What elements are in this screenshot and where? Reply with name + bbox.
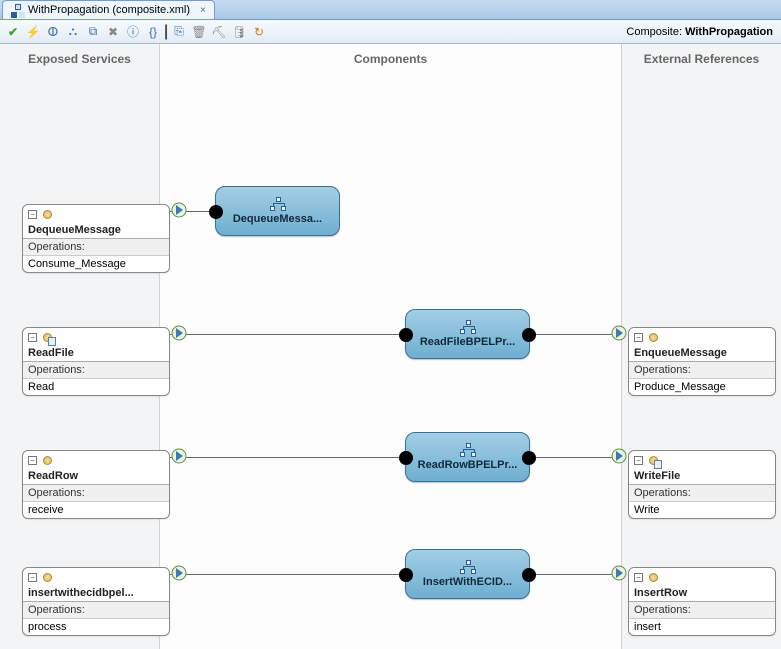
output-port[interactable] bbox=[521, 564, 537, 586]
collapse-icon[interactable]: − bbox=[634, 456, 643, 465]
deploy-button[interactable]: ⚡ bbox=[24, 23, 42, 41]
operation-item[interactable]: Produce_Message bbox=[629, 378, 775, 395]
editor-toolbar: ✔ ⚡ ⵀ ⛬ ⧉ ✖ ⓘ {} | ⎘ 🗑 ⛏ 🛢 ↻ Composite: … bbox=[0, 20, 781, 44]
output-port[interactable] bbox=[171, 562, 187, 584]
service-title: WriteFile bbox=[629, 470, 775, 484]
output-port[interactable] bbox=[171, 199, 187, 221]
exposed-header: Exposed Services bbox=[0, 44, 160, 74]
operation-item[interactable]: Read bbox=[23, 378, 169, 395]
refresh-button[interactable]: ↻ bbox=[250, 23, 268, 41]
wire[interactable] bbox=[160, 574, 405, 575]
exposed-service-readrow[interactable]: − ReadRow Operations: receive bbox=[22, 450, 170, 519]
wire[interactable] bbox=[530, 457, 618, 458]
service-title: insertwithecidbpel... bbox=[23, 587, 169, 601]
bpel-icon bbox=[460, 320, 476, 334]
output-port[interactable] bbox=[171, 445, 187, 467]
delete-button[interactable]: ✖ bbox=[104, 23, 122, 41]
bpel-icon bbox=[460, 560, 476, 574]
operations-label: Operations: bbox=[23, 601, 169, 618]
gear-icon bbox=[647, 454, 660, 467]
wire[interactable] bbox=[530, 574, 618, 575]
editor-tab[interactable]: WithPropagation (composite.xml) × bbox=[2, 0, 215, 19]
operations-label: Operations: bbox=[629, 361, 775, 378]
input-port[interactable] bbox=[208, 201, 224, 223]
gear-icon bbox=[41, 208, 54, 221]
test-button[interactable]: ⵀ bbox=[44, 23, 62, 41]
operations-label: Operations: bbox=[23, 361, 169, 378]
wire[interactable] bbox=[160, 457, 405, 458]
copy-button[interactable]: ⧉ bbox=[84, 23, 102, 41]
bpel-icon bbox=[270, 197, 286, 211]
composite-name-label: Composite: WithPropagation bbox=[626, 26, 773, 38]
bpel-readfile[interactable]: ReadFileBPELPr... bbox=[405, 309, 530, 359]
reference-enqueuemessage[interactable]: − EnqueueMessage Operations: Produce_Mes… bbox=[628, 327, 776, 396]
collapse-icon[interactable]: − bbox=[634, 333, 643, 342]
operations-label: Operations: bbox=[629, 484, 775, 501]
composite-canvas[interactable]: Exposed Services Components External Ref… bbox=[0, 44, 781, 649]
input-port[interactable] bbox=[398, 447, 414, 469]
wire[interactable] bbox=[160, 334, 405, 335]
braces-button[interactable]: {} bbox=[144, 23, 162, 41]
gear-icon bbox=[41, 331, 54, 344]
tab-title: WithPropagation (composite.xml) bbox=[28, 4, 190, 16]
service-title: ReadRow bbox=[23, 470, 169, 484]
service-title: InsertRow bbox=[629, 587, 775, 601]
exposed-service-readfile[interactable]: − ReadFile Operations: Read bbox=[22, 327, 170, 396]
operations-label: Operations: bbox=[23, 238, 169, 255]
close-icon[interactable]: × bbox=[200, 5, 206, 16]
collapse-icon[interactable]: − bbox=[28, 573, 37, 582]
input-port[interactable] bbox=[398, 324, 414, 346]
collapse-icon[interactable]: − bbox=[28, 456, 37, 465]
exposed-service-insertwithecid[interactable]: − insertwithecidbpel... Operations: proc… bbox=[22, 567, 170, 636]
input-port[interactable] bbox=[611, 322, 627, 344]
operations-label: Operations: bbox=[629, 601, 775, 618]
wire[interactable] bbox=[530, 334, 618, 335]
operation-item[interactable]: receive bbox=[23, 501, 169, 518]
bpel-label: DequeueMessa... bbox=[233, 213, 322, 225]
trash-button[interactable]: 🗑 bbox=[190, 23, 208, 41]
info-button[interactable]: ⓘ bbox=[124, 23, 142, 41]
output-port[interactable] bbox=[521, 324, 537, 346]
bpel-label: ReadFileBPELPr... bbox=[420, 336, 515, 348]
bpel-dequeuemessage[interactable]: DequeueMessa... bbox=[215, 186, 340, 236]
bpel-label: ReadRowBPELPr... bbox=[418, 459, 518, 471]
input-port[interactable] bbox=[398, 564, 414, 586]
references-header: External References bbox=[621, 44, 781, 74]
reference-writefile[interactable]: − WriteFile Operations: Write bbox=[628, 450, 776, 519]
operation-item[interactable]: insert bbox=[629, 618, 775, 635]
service-title: EnqueueMessage bbox=[629, 347, 775, 361]
bpel-insertwithecid[interactable]: InsertWithECID... bbox=[405, 549, 530, 599]
gear-icon bbox=[647, 331, 660, 344]
input-port[interactable] bbox=[611, 445, 627, 467]
output-port[interactable] bbox=[521, 447, 537, 469]
bpel-label: InsertWithECID... bbox=[423, 576, 512, 588]
toolbar-separator: | bbox=[164, 23, 168, 41]
composite-icon bbox=[11, 4, 24, 17]
db-button[interactable]: 🛢 bbox=[230, 23, 248, 41]
collapse-icon[interactable]: − bbox=[634, 573, 643, 582]
reference-insertrow[interactable]: − InsertRow Operations: insert bbox=[628, 567, 776, 636]
operations-label: Operations: bbox=[23, 484, 169, 501]
service-title: ReadFile bbox=[23, 347, 169, 361]
collapse-icon[interactable]: − bbox=[28, 333, 37, 342]
gear-icon bbox=[41, 454, 54, 467]
output-port[interactable] bbox=[171, 322, 187, 344]
service-title: DequeueMessage bbox=[23, 224, 169, 238]
operation-item[interactable]: Write bbox=[629, 501, 775, 518]
save-button[interactable]: ⎘ bbox=[170, 23, 188, 41]
tab-bar: WithPropagation (composite.xml) × bbox=[0, 0, 781, 20]
components-header: Components bbox=[160, 44, 621, 74]
bpel-readrow[interactable]: ReadRowBPELPr... bbox=[405, 432, 530, 482]
gear-icon bbox=[647, 571, 660, 584]
input-port[interactable] bbox=[611, 562, 627, 584]
exposed-service-dequeuemessage[interactable]: − DequeueMessage Operations: Consume_Mes… bbox=[22, 204, 170, 273]
export-button[interactable]: ⛏ bbox=[210, 23, 228, 41]
collapse-icon[interactable]: − bbox=[28, 210, 37, 219]
gear-icon bbox=[41, 571, 54, 584]
validate-button[interactable]: ✔ bbox=[4, 23, 22, 41]
bpel-icon bbox=[460, 443, 476, 457]
operation-item[interactable]: process bbox=[23, 618, 169, 635]
operation-item[interactable]: Consume_Message bbox=[23, 255, 169, 272]
wire-button[interactable]: ⛬ bbox=[64, 23, 82, 41]
